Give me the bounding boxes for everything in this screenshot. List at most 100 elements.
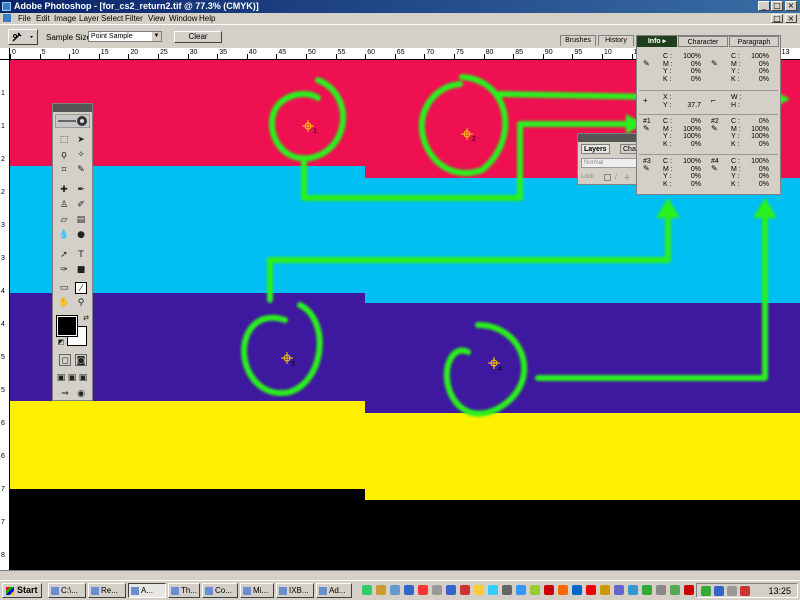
tab-info[interactable]: Info ▸ — [637, 36, 677, 47]
shape-tool-icon[interactable]: ■ — [75, 264, 87, 276]
lock-label: Lock: — [581, 174, 596, 180]
history-brush-tool-icon[interactable]: ✐ — [75, 199, 87, 211]
quicklaunch-icon-2[interactable] — [376, 585, 386, 595]
taskbar-item-explorer[interactable]: C:\... — [48, 583, 86, 598]
jump-to-imageready-icon[interactable]: ⇒ — [59, 388, 71, 400]
quicklaunch-icon-4[interactable] — [404, 585, 414, 595]
gradient-tool-icon[interactable]: ▤ — [75, 214, 87, 226]
quicklaunch-icon-1[interactable] — [362, 585, 372, 595]
annotation-circle-4 — [443, 322, 528, 417]
full-screen-menu-mode-icon[interactable]: ▣ — [67, 372, 77, 384]
tray-icon-1[interactable] — [701, 586, 711, 596]
taskbar-item-re[interactable]: Re... — [88, 583, 126, 598]
tab-info-label: Info — [647, 38, 661, 45]
tab-layers[interactable]: Layers — [581, 144, 610, 154]
quicklaunch-icon-24[interactable] — [684, 585, 694, 595]
crop-tool-icon[interactable]: ⌗ — [58, 164, 70, 176]
lock-move-icon[interactable]: ✛ — [624, 174, 630, 182]
quicklaunch-icon-14[interactable] — [544, 585, 554, 595]
sampler-1-readout: #1 ✎ C :0% M :100% Y :100% K :0% — [643, 118, 701, 148]
full-screen-mode-icon[interactable]: ▣ — [78, 372, 88, 384]
blend-mode-select[interactable]: Normal — [581, 158, 641, 168]
path-selection-tool-icon[interactable]: ➚ — [58, 249, 70, 261]
quicklaunch-icon-20[interactable] — [628, 585, 638, 595]
standard-screen-mode-icon[interactable]: ▣ — [56, 372, 66, 384]
quicklaunch-icon-9[interactable] — [474, 585, 484, 595]
quicklaunch-icon-18[interactable] — [600, 585, 610, 595]
quicklaunch-icon-3[interactable] — [390, 585, 400, 595]
move-tool-icon[interactable]: ➤ — [75, 134, 87, 146]
quicklaunch-icon-5[interactable] — [418, 585, 428, 595]
toolbox-palette[interactable]: ⬚ ➤ ϙ ✧ ⌗ ✎ ✚ ✒ ♙ ✐ ▱ ▤ 💧 ● ➚ T ✑ ■ ▭ ⁄ … — [52, 103, 93, 401]
quicklaunch-icon-15[interactable] — [558, 585, 568, 595]
taskbar-item-th[interactable]: Th... — [168, 583, 200, 598]
eraser-tool-icon[interactable]: ▱ — [58, 214, 70, 226]
quicklaunch-icon-17[interactable] — [586, 585, 596, 595]
quick-mask-mode-icon[interactable]: ◙ — [75, 354, 87, 366]
default-colors-icon[interactable]: ◩ — [55, 336, 67, 348]
app-icon — [279, 587, 287, 595]
pen-tool-icon[interactable]: ✑ — [58, 264, 70, 276]
brush-tool-icon[interactable]: ✒ — [75, 184, 87, 196]
quicklaunch-icon-12[interactable] — [516, 585, 526, 595]
tab-character[interactable]: Character — [678, 36, 728, 47]
speaker-icon[interactable] — [727, 586, 737, 596]
annotation-path-3-info — [267, 212, 671, 303]
taskbar-item-ad[interactable]: Ad... — [316, 583, 352, 598]
quicklaunch-icon-19[interactable] — [614, 585, 624, 595]
taskbar-item-co[interactable]: Co... — [202, 583, 238, 598]
eyedropper-tool-icon[interactable]: ⁄ — [75, 282, 87, 294]
taskbar-item-photoshop[interactable]: A... — [128, 583, 166, 598]
clone-stamp-tool-icon[interactable]: ♙ — [58, 199, 70, 211]
quicklaunch-icon-13[interactable] — [530, 585, 540, 595]
standard-mode-icon[interactable]: ◻ — [59, 354, 71, 366]
palette-menu-arrow-icon[interactable]: ▸ — [663, 38, 667, 45]
notes-tool-icon[interactable]: ▭ — [58, 282, 70, 294]
quicklaunch-icon-6[interactable] — [432, 585, 442, 595]
healing-brush-tool-icon[interactable]: ✚ — [58, 184, 70, 196]
blur-tool-icon[interactable]: 💧 — [58, 229, 70, 241]
marquee-tool-icon[interactable]: ⬚ — [58, 134, 70, 146]
taskbar-item-mi[interactable]: Mi... — [240, 583, 274, 598]
photoshop-icon — [131, 587, 139, 595]
quicklaunch-icon-7[interactable] — [446, 585, 456, 595]
foreground-color-swatch[interactable] — [56, 315, 78, 337]
quicklaunch-icon-21[interactable] — [642, 585, 652, 595]
hand-tool-icon[interactable]: ✋ — [58, 297, 70, 309]
swap-colors-icon[interactable]: ⇄ — [80, 312, 92, 324]
app-icon — [205, 587, 213, 595]
quicklaunch-icon-22[interactable] — [656, 585, 666, 595]
zoom-tool-icon[interactable]: ⚲ — [75, 297, 87, 309]
imageready-icon[interactable]: ◉ — [75, 388, 87, 400]
quicklaunch-icon-10[interactable] — [488, 585, 498, 595]
info-secondary-readout: ✎ C :100% M :0% Y :0% K :0% — [711, 53, 769, 83]
tab-paragraph[interactable]: Paragraph — [729, 36, 779, 47]
start-label: Start — [17, 585, 38, 595]
taskbar-item-ixb[interactable]: IXB... — [276, 583, 314, 598]
sampler-label-3: 3 — [291, 361, 295, 368]
palette-tab-row: Info ▸ Character Paragraph — [637, 36, 780, 47]
eye-icon — [58, 116, 87, 126]
tray-icon-4[interactable] — [740, 586, 750, 596]
lock-brush-icon[interactable]: / — [615, 174, 617, 181]
slice-tool-icon[interactable]: ✎ — [75, 164, 87, 176]
type-tool-icon[interactable]: T — [75, 249, 87, 261]
info-palette[interactable]: Info ▸ Character Paragraph ✎ C :100% M :… — [636, 35, 781, 195]
lasso-tool-icon[interactable]: ϙ — [58, 149, 70, 161]
start-button[interactable]: Start — [2, 583, 42, 598]
quicklaunch-icon-8[interactable] — [460, 585, 470, 595]
app-icon — [171, 587, 179, 595]
quicklaunch-icon-16[interactable] — [572, 585, 582, 595]
lock-transparency-checkbox[interactable] — [604, 174, 611, 181]
annotation-circle-2 — [418, 74, 509, 176]
toolbox-title-bar[interactable] — [53, 104, 92, 112]
quicklaunch-icon-11[interactable] — [502, 585, 512, 595]
photoshop-eye-logo[interactable] — [55, 114, 90, 128]
annotation-path-4-info — [535, 212, 768, 381]
quicklaunch-icon-23[interactable] — [670, 585, 680, 595]
tray-icon-2[interactable] — [714, 586, 724, 596]
info-wh-readout: ⌐ W : H : — [711, 94, 742, 109]
system-clock[interactable]: 13:25 — [768, 585, 791, 598]
magic-wand-tool-icon[interactable]: ✧ — [75, 149, 87, 161]
dodge-tool-icon[interactable]: ● — [75, 229, 87, 241]
